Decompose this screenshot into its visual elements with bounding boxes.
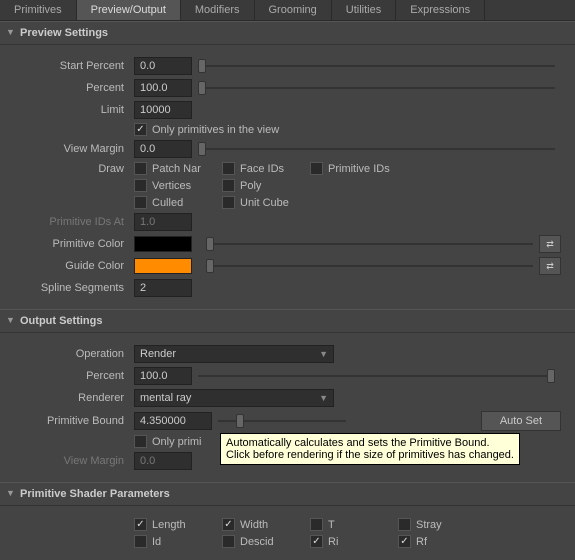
out-percent-input[interactable] — [134, 367, 192, 385]
percent-input[interactable] — [134, 79, 192, 97]
out-percent-slider[interactable] — [198, 375, 555, 377]
tab-utilities[interactable]: Utilities — [332, 0, 396, 20]
percent-slider[interactable] — [198, 87, 555, 89]
autoset-tooltip: Automatically calculates and sets the Pr… — [220, 433, 520, 465]
output-settings-header[interactable]: Output Settings — [0, 309, 575, 333]
primids-at-input[interactable] — [134, 213, 192, 231]
out-only-prim-label: Only primi — [152, 436, 202, 448]
primids-label: Primitive IDs — [328, 163, 390, 175]
culled-checkbox[interactable] — [134, 196, 147, 209]
only-primitives-label: Only primitives in the view — [152, 124, 279, 136]
id-checkbox[interactable] — [134, 535, 147, 548]
unitcube-checkbox[interactable] — [222, 196, 235, 209]
patch-label: Patch Nar — [152, 163, 201, 175]
rf-label: Rf — [416, 536, 427, 548]
chevron-down-icon: ▼ — [319, 393, 328, 403]
tab-expressions[interactable]: Expressions — [396, 0, 485, 20]
t-checkbox[interactable] — [310, 518, 323, 531]
tab-grooming[interactable]: Grooming — [255, 0, 332, 20]
out-view-margin-label: View Margin — [14, 455, 134, 467]
length-label: Length — [152, 519, 186, 531]
renderer-select[interactable]: mental ray▼ — [134, 389, 334, 407]
limit-label: Limit — [14, 104, 134, 116]
guide-color-label: Guide Color — [14, 260, 134, 272]
primids-checkbox[interactable] — [310, 162, 323, 175]
autoset-button[interactable]: Auto Set — [481, 411, 561, 431]
prim-color-options-icon[interactable]: ⇄ — [539, 235, 561, 253]
poly-label: Poly — [240, 180, 261, 192]
vertices-checkbox[interactable] — [134, 179, 147, 192]
guide-color-swatch[interactable] — [134, 258, 192, 274]
stray-label: Stray — [416, 519, 442, 531]
poly-checkbox[interactable] — [222, 179, 235, 192]
tab-bar: Primitives Preview/Output Modifiers Groo… — [0, 0, 575, 21]
patch-checkbox[interactable] — [134, 162, 147, 175]
rf-checkbox[interactable]: ✓ — [398, 535, 411, 548]
ri-checkbox[interactable]: ✓ — [310, 535, 323, 548]
only-primitives-checkbox[interactable]: ✓ — [134, 123, 147, 136]
length-checkbox[interactable]: ✓ — [134, 518, 147, 531]
primids-at-label: Primitive IDs At — [14, 216, 134, 228]
shader-params-header[interactable]: Primitive Shader Parameters — [0, 482, 575, 506]
spline-seg-label: Spline Segments — [14, 282, 134, 294]
descid-label: Descid — [240, 536, 274, 548]
start-percent-input[interactable] — [134, 57, 192, 75]
t-label: T — [328, 519, 335, 531]
operation-label: Operation — [14, 348, 134, 360]
primbound-label: Primitive Bound — [14, 415, 134, 427]
view-margin-label: View Margin — [14, 143, 134, 155]
out-view-margin-input[interactable] — [134, 452, 192, 470]
percent-label: Percent — [14, 82, 134, 94]
tab-preview-output[interactable]: Preview/Output — [77, 0, 181, 20]
stray-checkbox[interactable] — [398, 518, 411, 531]
vertices-label: Vertices — [152, 180, 191, 192]
tab-modifiers[interactable]: Modifiers — [181, 0, 255, 20]
draw-label: Draw — [14, 163, 134, 175]
start-percent-slider[interactable] — [198, 65, 555, 67]
operation-select[interactable]: Render▼ — [134, 345, 334, 363]
unitcube-label: Unit Cube — [240, 197, 289, 209]
limit-input[interactable] — [134, 101, 192, 119]
descid-checkbox[interactable] — [222, 535, 235, 548]
culled-label: Culled — [152, 197, 183, 209]
view-margin-input[interactable] — [134, 140, 192, 158]
primbound-slider[interactable] — [218, 420, 346, 422]
spline-seg-input[interactable] — [134, 279, 192, 297]
out-only-prim-checkbox[interactable] — [134, 435, 147, 448]
view-margin-slider[interactable] — [198, 148, 555, 150]
start-percent-label: Start Percent — [14, 60, 134, 72]
primbound-input[interactable] — [134, 412, 212, 430]
prim-color-label: Primitive Color — [14, 238, 134, 250]
ri-label: Ri — [328, 536, 338, 548]
id-label: Id — [152, 536, 161, 548]
faceids-label: Face IDs — [240, 163, 284, 175]
prim-color-swatch[interactable] — [134, 236, 192, 252]
prim-color-slider[interactable] — [206, 243, 533, 245]
out-percent-label: Percent — [14, 370, 134, 382]
guide-color-options-icon[interactable]: ⇄ — [539, 257, 561, 275]
chevron-down-icon: ▼ — [319, 349, 328, 359]
tab-primitives[interactable]: Primitives — [0, 0, 77, 20]
width-label: Width — [240, 519, 268, 531]
guide-color-slider[interactable] — [206, 265, 533, 267]
renderer-label: Renderer — [14, 392, 134, 404]
preview-settings-header[interactable]: Preview Settings — [0, 21, 575, 45]
faceids-checkbox[interactable] — [222, 162, 235, 175]
width-checkbox[interactable]: ✓ — [222, 518, 235, 531]
